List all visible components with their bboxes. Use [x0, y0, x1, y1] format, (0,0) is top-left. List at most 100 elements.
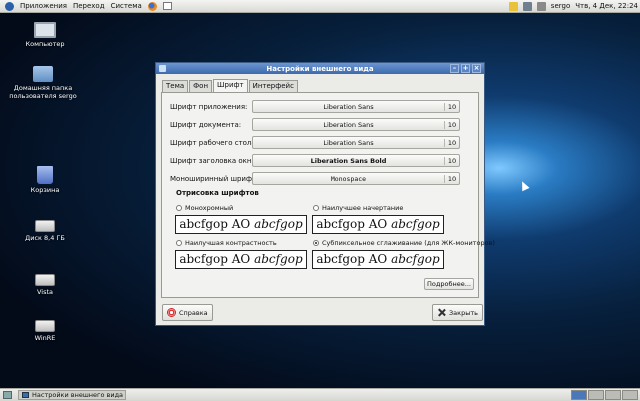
clock[interactable]: Чтв, 4 Дек, 22:24	[575, 2, 638, 10]
font-row-label: Моноширинный шрифт:	[170, 174, 259, 183]
taskbar-window-button[interactable]: Настройки внешнего вида	[18, 390, 126, 400]
tab-background[interactable]: Фон	[189, 80, 213, 92]
preview-best-contrast[interactable]: abcfgop AO abcfgop	[175, 250, 307, 269]
radio-best-contrast[interactable]: Наилучшая контрастность	[176, 239, 277, 247]
desktop-icon-label: Корзина	[30, 186, 60, 194]
font-row-label: Шрифт рабочего стола:	[170, 138, 259, 147]
help-label: Справка	[179, 308, 208, 317]
radio-label: Наилучшая контрастность	[185, 239, 277, 247]
preview-italic-text: abcfgop	[254, 252, 303, 266]
radio-subpixel[interactable]: Субпиксельное сглаживание (для ЖК-монито…	[313, 239, 495, 247]
font-size: 10	[444, 102, 459, 111]
desktop-icon-label: Компьютер	[25, 40, 65, 48]
desktop-icon-label: Диск 8,4 ГБ	[25, 234, 65, 242]
system-tray: sergo Чтв, 4 Дек, 22:24	[508, 0, 638, 12]
radio-dot	[176, 240, 182, 246]
desktop-icon-winre[interactable]: WinRE	[10, 320, 80, 342]
radio-label: Субпиксельное сглаживание (для ЖК-монито…	[322, 239, 495, 247]
workspace-4[interactable]	[622, 390, 638, 400]
drive-icon	[35, 220, 55, 232]
workspace-switcher	[571, 390, 638, 400]
minimize-button[interactable]: –	[450, 64, 459, 73]
font-name: Liberation Sans	[323, 102, 374, 111]
home-folder-icon	[33, 66, 53, 82]
font-row-window-title: Шрифт заголовка окна: Liberation Sans Bo…	[170, 154, 476, 167]
desktop-icon-label: WinRE	[34, 334, 56, 342]
font-row-document: Шрифт документа: Liberation Sans 10	[170, 118, 476, 131]
desktop-icon-disk[interactable]: Диск 8,4 ГБ	[10, 220, 80, 242]
firefox-icon[interactable]	[147, 1, 157, 11]
desktop-icon-label: Домашняя папка пользователя sergo	[9, 84, 77, 100]
desktop-icon-vista[interactable]: Vista	[10, 274, 80, 296]
workspace-2[interactable]	[588, 390, 604, 400]
menu-system[interactable]: Система	[111, 2, 142, 10]
notes-icon[interactable]	[508, 1, 518, 11]
preview-plain-text: abcfgop AO	[179, 217, 255, 231]
preview-plain-text: abcfgop AO	[316, 252, 392, 266]
help-button[interactable]: Справка	[162, 304, 213, 321]
document-font-button[interactable]: Liberation Sans 10	[252, 118, 460, 131]
preview-plain-text: abcfgop AO	[179, 252, 255, 266]
tab-fonts[interactable]: Шрифт	[213, 79, 248, 92]
font-size: 10	[444, 174, 459, 183]
details-button[interactable]: Подробнее...	[424, 278, 474, 290]
close-label: Закрыть	[449, 308, 478, 317]
radio-best-shapes[interactable]: Наилучшее начертание	[313, 204, 403, 212]
help-icon	[167, 308, 176, 317]
maximize-button[interactable]: +	[461, 64, 470, 73]
font-row-application: Шрифт приложения: Liberation Sans 10	[170, 100, 476, 113]
tab-theme[interactable]: Тема	[162, 80, 189, 92]
font-name: Liberation Sans Bold	[310, 156, 387, 165]
tab-interface[interactable]: Интерфейс	[248, 80, 298, 92]
appearance-window: Настройки внешнего вида – + × Тема Фон Ш…	[155, 62, 495, 326]
desktop-icon-label: Vista	[36, 288, 54, 296]
user-name[interactable]: sergo	[551, 2, 570, 10]
volume-icon[interactable]	[536, 1, 546, 11]
preview-italic-text: abcfgop	[254, 217, 303, 231]
radio-monochrome[interactable]: Монохромный	[176, 204, 233, 212]
preview-best-shapes[interactable]: abcfgop AO abcfgop	[312, 215, 444, 234]
font-size: 10	[444, 156, 459, 165]
radio-dot-selected	[313, 240, 319, 246]
menu-places[interactable]: Переход	[73, 2, 105, 10]
application-font-button[interactable]: Liberation Sans 10	[252, 100, 460, 113]
mail-icon[interactable]	[162, 2, 172, 10]
menu-applications[interactable]: Приложения	[20, 2, 67, 10]
font-row-label: Шрифт приложения:	[170, 102, 248, 111]
font-size: 10	[444, 120, 459, 129]
drive-icon	[35, 274, 55, 286]
mouse-pointer-icon	[518, 179, 530, 192]
desktop-icon-home[interactable]: Домашняя папка пользователя sergo	[8, 66, 78, 100]
desktop-icon-computer[interactable]: Компьютер	[10, 22, 80, 48]
workspace-3[interactable]	[605, 390, 621, 400]
radio-label: Монохромный	[185, 204, 234, 212]
network-icon[interactable]	[522, 1, 532, 11]
close-icon	[437, 308, 446, 317]
desktop-icon-trash[interactable]: Корзина	[10, 166, 80, 194]
close-button[interactable]: Закрыть	[432, 304, 483, 321]
radio-label: Наилучшее начертание	[322, 204, 404, 212]
fonts-panel: Шрифт приложения: Liberation Sans 10 Шри…	[161, 92, 495, 298]
window-menu-icon[interactable]	[159, 65, 166, 72]
window-titlebar[interactable]: Настройки внешнего вида – + ×	[156, 63, 484, 74]
font-row-label: Шрифт заголовка окна:	[170, 156, 259, 165]
preview-subpixel[interactable]: abcfgop AO abcfgop	[312, 250, 444, 269]
radio-dot	[176, 205, 182, 211]
window-title: Настройки внешнего вида	[266, 64, 374, 73]
drive-icon	[35, 320, 55, 332]
workspace-1[interactable]	[571, 390, 587, 400]
desktop-font-button[interactable]: Liberation Sans 10	[252, 136, 460, 149]
trash-icon	[37, 166, 53, 184]
preview-monochrome[interactable]: abcfgop AO abcfgop	[175, 215, 307, 234]
monospace-font-button[interactable]: Monospace 10	[252, 172, 460, 185]
font-row-label: Шрифт документа:	[170, 120, 242, 129]
rendering-section-title: Отрисовка шрифтов	[176, 189, 259, 197]
show-desktop-icon[interactable]	[3, 391, 12, 399]
taskbar-window-label: Настройки внешнего вида	[32, 391, 124, 399]
fedora-logo-icon[interactable]	[5, 1, 14, 11]
top-panel: Приложения Переход Система sergo Чтв, 4 …	[0, 0, 640, 13]
font-row-desktop: Шрифт рабочего стола: Liberation Sans 10	[170, 136, 476, 149]
preview-italic-text: abcfgop	[391, 252, 440, 266]
close-window-button[interactable]: ×	[472, 64, 481, 73]
window-title-font-button[interactable]: Liberation Sans Bold 10	[252, 154, 460, 167]
